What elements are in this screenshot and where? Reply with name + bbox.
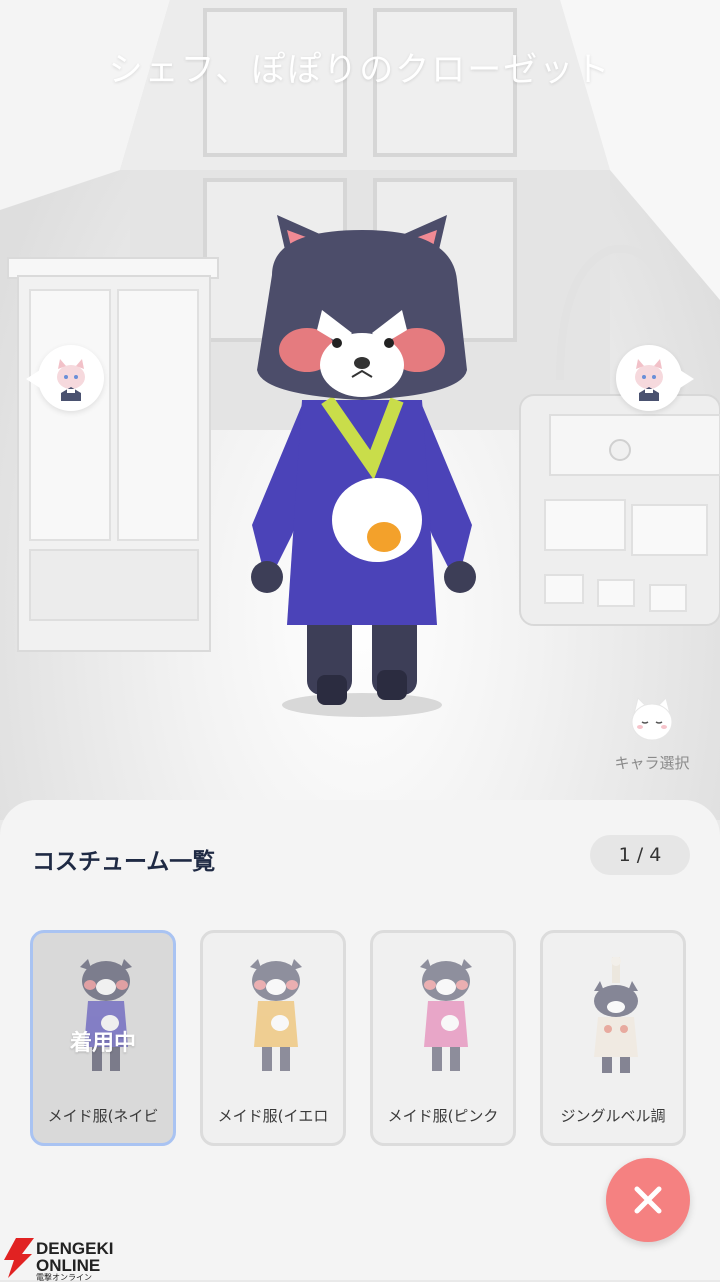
character-select-button[interactable]: キャラ選択 [604, 696, 700, 773]
costume-label: メイド服(ピンク [387, 1107, 499, 1125]
lightning-logo-icon [4, 1238, 34, 1278]
watermark-logo: DENGEKI ONLINE 電撃オンライン [2, 1238, 132, 1282]
costume-label: メイド服(ネイビ [47, 1107, 159, 1125]
character-model [251, 215, 476, 717]
watermark-text: DENGEKI ONLINE 電撃オンライン [36, 1239, 114, 1282]
close-button[interactable] [606, 1158, 690, 1242]
close-icon [634, 1186, 662, 1214]
costume-label: メイド服(イエロ [217, 1107, 329, 1125]
costume-card-pink[interactable]: メイド服(ピンク [370, 930, 516, 1146]
page-title: シェフ、ぽぽりのクローゼット [108, 50, 612, 90]
next-character-button[interactable] [616, 345, 694, 411]
page-indicator: 1 / 4 [590, 835, 690, 875]
speech-tail [680, 370, 694, 388]
speech-tail [26, 370, 40, 388]
costume-thumbnail [250, 959, 302, 1071]
costume-thumbnail [80, 959, 132, 1071]
costume-list-title: コスチューム一覧 [32, 849, 216, 875]
costume-card-yellow[interactable]: メイド服(イエロ [200, 930, 346, 1146]
character-face-icon [635, 359, 663, 401]
costume-card-jinglebell[interactable]: ジングルベル調 [540, 930, 686, 1146]
costume-label: ジングルベル調 [560, 1107, 666, 1125]
costume-thumbnail [594, 957, 638, 1073]
prev-character-button[interactable] [26, 345, 104, 411]
costume-thumbnail [420, 959, 472, 1071]
character-face-icon [57, 359, 85, 401]
character-select-label: キャラ選択 [614, 754, 690, 772]
closet-scene: シェフ、ぽぽりのクローゼット キャラ選択 [0, 0, 720, 820]
costume-card-navy[interactable]: 着用中 メイド服(ネイビ [30, 930, 176, 1146]
equipped-badge: 着用中 [69, 1031, 136, 1056]
cat-face-icon [631, 697, 673, 741]
